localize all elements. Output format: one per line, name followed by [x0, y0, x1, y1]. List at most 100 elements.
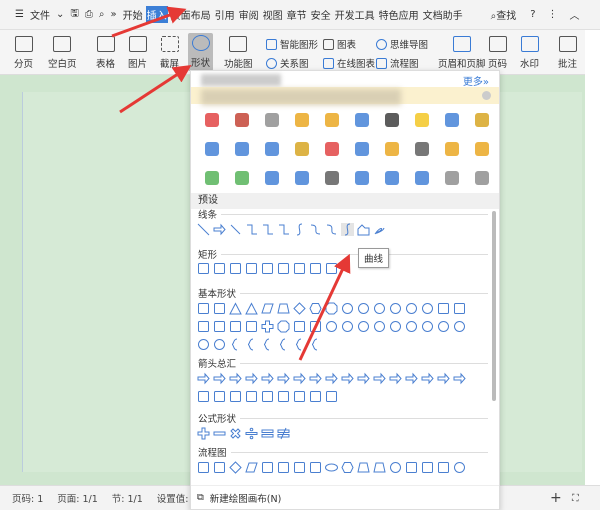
more-icon[interactable]: » — [110, 8, 118, 21]
save-icon[interactable]: 🖫 — [69, 5, 80, 24]
shape-bracket-icon[interactable] — [245, 338, 258, 351]
relation-button[interactable]: 关系图 — [266, 56, 309, 70]
shape-hex-icon[interactable] — [341, 461, 354, 474]
shape-circle-icon[interactable] — [325, 320, 338, 333]
shape-button[interactable]: 形状 — [188, 33, 214, 71]
shape-arrow-icon[interactable] — [341, 372, 354, 385]
icon-item[interactable] — [287, 134, 317, 163]
tab-6[interactable]: 章节 — [286, 6, 308, 23]
shape-rect-icon[interactable] — [197, 390, 210, 403]
shape-circle-icon[interactable] — [373, 302, 386, 315]
print-icon[interactable]: ⎙ — [84, 8, 94, 21]
tab-7[interactable]: 安全 — [310, 6, 332, 23]
tab-10[interactable]: 文档助手 — [422, 6, 464, 23]
shape-rect-icon[interactable] — [277, 262, 290, 275]
function-chart-button[interactable]: 功能图 — [224, 36, 253, 70]
icon-item[interactable] — [257, 163, 287, 192]
shape-circle-icon[interactable] — [405, 302, 418, 315]
shape-circle-icon[interactable] — [421, 320, 434, 333]
shape-curve-arrow-icon[interactable] — [309, 223, 322, 236]
shape-circle-icon[interactable] — [197, 338, 210, 351]
mindmap-button[interactable]: 思维导图 — [376, 37, 428, 51]
shape-bracket-icon[interactable] — [261, 338, 274, 351]
icon-item[interactable] — [197, 134, 227, 163]
shape-rect-icon[interactable] — [213, 461, 226, 474]
shape-rect-icon[interactable] — [277, 461, 290, 474]
shape-bracket-icon[interactable] — [293, 338, 306, 351]
shape-rect-icon[interactable] — [277, 390, 290, 403]
shape-arrow-icon[interactable] — [213, 223, 226, 236]
icon-item[interactable] — [377, 105, 407, 134]
shape-rect-icon[interactable] — [261, 390, 274, 403]
shape-arrow-icon[interactable] — [389, 372, 402, 385]
icon-item[interactable] — [467, 105, 497, 134]
icon-item[interactable] — [467, 134, 497, 163]
shape-oct-icon[interactable] — [277, 320, 290, 333]
shape-rect-icon[interactable] — [325, 390, 338, 403]
shape-rect-icon[interactable] — [213, 302, 226, 315]
shape-rect-icon[interactable] — [293, 320, 306, 333]
comment-button[interactable]: 批注 — [558, 36, 577, 70]
shape-diamond-icon[interactable] — [293, 302, 306, 315]
icon-item[interactable] — [407, 105, 437, 134]
shape-arrow-icon[interactable] — [357, 372, 370, 385]
icon-item[interactable] — [287, 105, 317, 134]
icon-item[interactable] — [347, 134, 377, 163]
icon-item[interactable] — [407, 163, 437, 192]
icon-item[interactable] — [437, 134, 467, 163]
shape-arrow-icon[interactable] — [309, 372, 322, 385]
shape-arrow-icon[interactable] — [325, 372, 338, 385]
zoom-in-icon[interactable]: + — [550, 490, 562, 506]
shape-arrow-icon[interactable] — [293, 372, 306, 385]
collapse-icon[interactable]: ︿ — [569, 6, 581, 23]
shape-para-icon[interactable] — [261, 302, 274, 315]
tab-1[interactable]: 插入 — [145, 6, 168, 23]
file-menu[interactable]: 文件 — [29, 6, 51, 23]
shape-bracket-icon[interactable] — [309, 338, 322, 351]
help-icon[interactable]: ? — [529, 8, 536, 21]
shape-tri-icon[interactable] — [229, 302, 242, 315]
shape-rect-icon[interactable] — [453, 302, 466, 315]
shape-rect-icon[interactable] — [293, 390, 306, 403]
shape-rect-icon[interactable] — [325, 262, 338, 275]
icon-item[interactable] — [407, 134, 437, 163]
shape-circle-icon[interactable] — [453, 320, 466, 333]
shape-rect-icon[interactable] — [261, 262, 274, 275]
shape-arrow-icon[interactable] — [453, 372, 466, 385]
search-button[interactable]: ⌕查找 — [490, 6, 518, 23]
shape-rect-icon[interactable] — [309, 320, 322, 333]
shape-circle-icon[interactable] — [213, 338, 226, 351]
icon-item[interactable] — [317, 134, 347, 163]
shape-plus-icon[interactable] — [197, 427, 210, 440]
more-options-icon[interactable]: ⋮ — [547, 8, 559, 21]
icon-item[interactable] — [257, 134, 287, 163]
icon-item[interactable] — [197, 163, 227, 192]
icon-item[interactable] — [437, 163, 467, 192]
icon-item[interactable] — [197, 105, 227, 134]
new-canvas-button[interactable]: ⧉ 新建绘图画布(N) — [191, 485, 499, 509]
icon-item[interactable] — [257, 105, 287, 134]
shape-rect-icon[interactable] — [197, 262, 210, 275]
chart-button[interactable]: 图表 — [323, 37, 356, 51]
shape-bracket-icon[interactable] — [277, 338, 290, 351]
icon-item[interactable] — [377, 163, 407, 192]
picture-button[interactable]: 图片 — [128, 36, 147, 70]
shape-rect-icon[interactable] — [261, 461, 274, 474]
shape-minus-icon[interactable] — [213, 427, 226, 440]
shape-arrow-icon[interactable] — [261, 372, 274, 385]
shape-circle-icon[interactable] — [341, 320, 354, 333]
page-break-button[interactable]: 分页 — [14, 36, 33, 70]
shape-rect-icon[interactable] — [229, 262, 242, 275]
shape-rect-icon[interactable] — [293, 461, 306, 474]
shape-curve-dbl-icon[interactable] — [325, 223, 338, 236]
shape-rect-icon[interactable] — [309, 390, 322, 403]
preview-icon[interactable]: ⌕ — [98, 8, 106, 21]
shape-arrow-icon[interactable] — [405, 372, 418, 385]
tab-9[interactable]: 特色应用 — [378, 6, 420, 23]
shape-elbow-arrow-icon[interactable] — [261, 223, 274, 236]
flowchart-button[interactable]: 流程图 — [376, 56, 419, 70]
shape-circle-icon[interactable] — [437, 320, 450, 333]
shape-divide-icon[interactable] — [245, 427, 258, 440]
menu-icon[interactable]: ☰ — [14, 8, 25, 21]
shape-dbl-arrow-icon[interactable] — [229, 223, 242, 236]
